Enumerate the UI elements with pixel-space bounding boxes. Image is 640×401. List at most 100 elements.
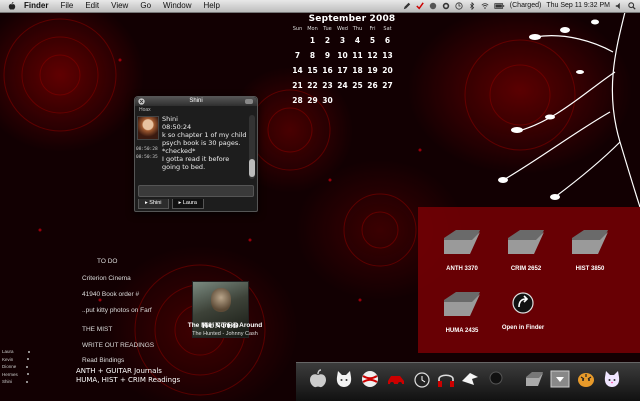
- car-icon[interactable]: [386, 369, 406, 389]
- weekday-label: Tue: [323, 26, 332, 32]
- folder-hist[interactable]: HIST 3850: [560, 228, 620, 272]
- spotlight-icon[interactable]: [628, 2, 636, 10]
- todo-item: Criterion Cinema: [82, 275, 131, 282]
- wifi-icon[interactable]: [481, 2, 489, 10]
- buddy-item[interactable]: Kevin: [2, 356, 30, 364]
- handwritten-note: ANTH + GUITAR Journals HUMA, HIST + CRIM…: [76, 367, 180, 385]
- volume-knob-icon[interactable]: [429, 2, 437, 10]
- bluetooth-icon[interactable]: [468, 2, 476, 10]
- buddy-item[interactable]: Laura: [2, 348, 30, 356]
- menu-window[interactable]: Window: [157, 0, 197, 12]
- chat-subtitle: Hoax: [139, 107, 151, 113]
- calendar-day-empty: [380, 96, 395, 105]
- decorative-vine: [498, 12, 640, 208]
- alarm-icon[interactable]: [412, 369, 432, 389]
- calendar-day-empty: [290, 36, 305, 45]
- chat-titlebar[interactable]: Shini: [135, 97, 257, 106]
- folder-icon: [444, 230, 480, 254]
- chat-window[interactable]: Shini Hoax Shini 08:50:24 k so chapter 1…: [134, 96, 258, 212]
- todo-item: Read Bindings: [82, 357, 125, 364]
- zoom-button[interactable]: [245, 99, 253, 104]
- cat-face-icon[interactable]: [602, 369, 622, 389]
- headphones-icon[interactable]: [436, 369, 456, 389]
- buddy-name: Shini: [2, 379, 13, 384]
- battery-icon[interactable]: [494, 2, 505, 10]
- tab-label: Shini: [149, 200, 162, 206]
- todo-item: WRITE OUT READINGS: [82, 342, 155, 349]
- menu-finder[interactable]: Finder: [22, 0, 54, 12]
- calendar-widget: September 2008 Sun Mon Tue Wed Thu Fri S…: [290, 14, 400, 105]
- timemachine-icon[interactable]: [455, 2, 463, 10]
- todo-item: THE MIST: [82, 326, 113, 333]
- calendar-day: 26: [367, 81, 378, 90]
- status-dot: [26, 380, 29, 383]
- message-time: 08:50:24: [162, 123, 192, 131]
- buddy-item[interactable]: Shini: [2, 378, 30, 386]
- folder-anth[interactable]: ANTH 3370: [432, 228, 492, 272]
- calendar-day: 16: [322, 66, 333, 75]
- buddy-item[interactable]: Hermes: [2, 371, 30, 379]
- apple-icon[interactable]: [308, 369, 328, 389]
- calendar-day: 19: [367, 66, 378, 75]
- cat-icon[interactable]: [334, 369, 354, 389]
- pencil-icon[interactable]: [403, 2, 411, 10]
- chat-bubble-icon[interactable]: [486, 369, 506, 389]
- tiger-icon[interactable]: [576, 369, 596, 389]
- status-dot: [26, 365, 29, 368]
- calendar-day: 11: [352, 51, 363, 60]
- tab-laura[interactable]: ▸ Laura: [171, 199, 204, 209]
- weekday-label: Thu: [352, 26, 363, 32]
- weekday-label: Sun: [292, 26, 303, 32]
- calendar-day: 13: [382, 51, 393, 60]
- bird-icon[interactable]: [460, 369, 480, 389]
- scrollbar-thumb[interactable]: [249, 159, 255, 177]
- folder-label: HUMA 2435: [445, 328, 479, 334]
- apple-menu-icon[interactable]: [8, 2, 16, 10]
- close-icon[interactable]: [138, 98, 145, 105]
- calendar-day: 8: [309, 51, 316, 60]
- open-in-finder-label: Open in Finder: [501, 325, 545, 331]
- menu-file[interactable]: File: [54, 0, 79, 12]
- note-line: ANTH + GUITAR Journals: [76, 367, 162, 375]
- menu-go[interactable]: Go: [134, 0, 157, 12]
- open-in-finder-button[interactable]: Open in Finder: [488, 292, 558, 331]
- calendar-day: 3: [339, 36, 346, 45]
- todo-item: ..put kitty photos on Farf: [82, 307, 152, 314]
- menu-help[interactable]: Help: [197, 0, 225, 12]
- message-text: *checked*: [162, 147, 196, 155]
- message-timestamp: 08:50:28: [136, 147, 158, 152]
- tab-shini[interactable]: ▸ Shini: [138, 199, 169, 209]
- check-icon[interactable]: [416, 2, 424, 10]
- song-title: The Man Comes Around: [187, 322, 263, 329]
- folder-crim[interactable]: CRIM 2652: [496, 228, 556, 272]
- todo-item: 41940 Book order #: [82, 291, 140, 298]
- tab-label: Laura: [182, 200, 197, 206]
- chat-input[interactable]: [138, 185, 254, 197]
- ball-icon[interactable]: [360, 369, 380, 389]
- folder-huma[interactable]: HUMA 2435: [432, 290, 492, 334]
- menu-bar: Finder File Edit View Go Window Help (Ch…: [0, 0, 640, 13]
- buddy-item[interactable]: Dionne: [2, 363, 30, 371]
- menu-clock[interactable]: Thu Sep 11 9:32 PM: [546, 0, 610, 12]
- calendar-title: September 2008: [308, 14, 396, 24]
- speaker-icon[interactable]: [615, 2, 623, 10]
- calendar-day: 30: [322, 96, 333, 105]
- avatar: [137, 116, 159, 140]
- folder-icon: [508, 230, 544, 254]
- message-timestamp: 08:50:35: [136, 155, 158, 160]
- menu-view[interactable]: View: [105, 0, 134, 12]
- status-dot: [27, 358, 30, 361]
- folder-icon[interactable]: [524, 369, 544, 389]
- folder-label: ANTH 3370: [446, 266, 478, 272]
- chat-messages: Shini 08:50:24 k so chapter 1 of my chil…: [162, 115, 248, 171]
- album-art-figure: [211, 288, 231, 312]
- stack-icon[interactable]: [550, 369, 570, 389]
- chat-scrollbar[interactable]: [249, 115, 255, 179]
- menu-extras: (Charged) Thu Sep 11 9:32 PM: [403, 0, 640, 12]
- calendar-day: 25: [352, 81, 363, 90]
- menu-edit[interactable]: Edit: [79, 0, 105, 12]
- buddy-name: Kevin: [2, 356, 14, 362]
- calendar-day: 14: [292, 66, 303, 75]
- gear-icon[interactable]: [442, 2, 450, 10]
- buddy-list: Laura Kevin Dionne Hermes Shini: [2, 348, 30, 386]
